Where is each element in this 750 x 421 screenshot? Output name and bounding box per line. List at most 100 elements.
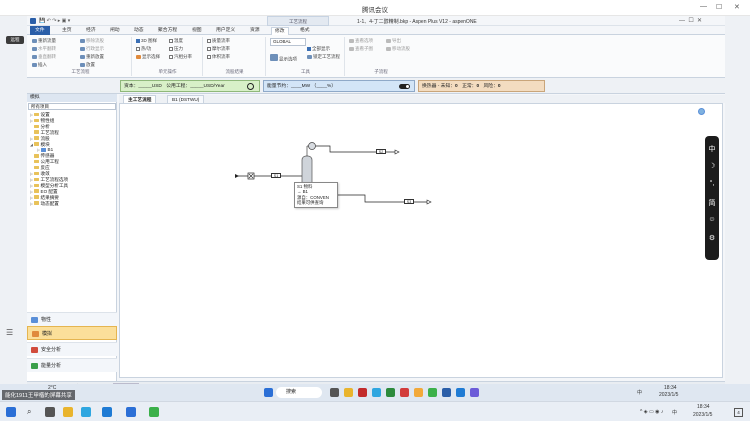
global-select[interactable]: GLOBAL	[270, 38, 306, 46]
tab-economics[interactable]: 经济	[83, 27, 99, 35]
meeting-icon[interactable]	[102, 407, 112, 417]
tab-dynamics-1[interactable]: 闸动	[107, 27, 123, 35]
flowsheet-drawing[interactable]	[120, 104, 723, 378]
ime-punct[interactable]: °,	[705, 180, 719, 187]
tab-main-flowsheet[interactable]: 主工艺流程	[123, 95, 157, 103]
tab-home[interactable]: 主页	[59, 27, 75, 35]
insert-button[interactable]: 插入	[32, 62, 47, 68]
checkbox-vapor-fraction[interactable]: 汽相分率	[169, 54, 192, 60]
taskview-icon[interactable]	[330, 388, 339, 397]
display-select-button[interactable]: 显示选择	[136, 54, 160, 60]
reroute-button[interactable]: 重新流量	[32, 38, 56, 44]
replace-button[interactable]: 重新放置	[80, 54, 104, 60]
folder-icon	[34, 130, 39, 134]
folder-icon	[34, 118, 39, 123]
cost-toggle-icon[interactable]	[247, 83, 254, 90]
taskview-icon[interactable]	[45, 407, 55, 417]
tab-view[interactable]: 视图	[189, 27, 205, 35]
tray-icons[interactable]: ^ ◈ ▭ ◉ ♪	[640, 409, 663, 415]
stream-label-s3[interactable]: S3	[404, 199, 414, 204]
nav-tree-label: B1	[47, 147, 54, 153]
pane-energy[interactable]: 能量分析	[27, 358, 117, 372]
taskbar-search[interactable]: 搜索	[276, 387, 322, 398]
nav-tree-item[interactable]: ▷ 动态配置	[30, 201, 59, 208]
meeting-task-icon[interactable]	[456, 388, 465, 397]
tab-format[interactable]: 格式	[297, 27, 313, 35]
app-icon[interactable]	[358, 388, 367, 397]
pane-safety[interactable]: 安全分析	[27, 342, 117, 356]
checkbox-temperature[interactable]: 温度	[169, 38, 183, 44]
lang-indicator[interactable]: 中	[672, 409, 677, 416]
info-icon[interactable]	[698, 108, 705, 115]
checkbox-heat-work[interactable]: 热/功	[136, 46, 151, 52]
start-icon[interactable]	[6, 407, 16, 417]
wechat-icon[interactable]	[428, 388, 437, 397]
view-subflowsheet-button[interactable]: 查看子图	[349, 46, 373, 52]
tab-equation[interactable]: 聚合方程	[155, 27, 180, 35]
checkbox-3d[interactable]: 3D 图样	[136, 38, 157, 44]
nav-filter-select[interactable]: 所有项目	[28, 103, 116, 110]
cost-panel[interactable]: 资本：_____USD 公用工程：_____USD/Year	[120, 80, 260, 92]
minimize-button[interactable]: —	[700, 3, 707, 10]
store-icon[interactable]	[386, 388, 395, 397]
tab-file[interactable]: 文件	[30, 26, 50, 35]
edge-icon[interactable]	[372, 388, 381, 397]
wechat-icon[interactable]	[149, 407, 159, 417]
nav-tree-item[interactable]: 工艺流程	[30, 130, 59, 136]
nav-tree-item[interactable]: 反应	[30, 165, 50, 171]
move-stream-button[interactable]: 移动流股	[386, 46, 410, 52]
energy-panel[interactable]: 能量节约：____MW （____%）	[263, 80, 415, 92]
ime-lang[interactable]: 中	[705, 144, 719, 154]
checkbox-pressure[interactable]: 压力	[169, 46, 183, 52]
pane-properties[interactable]: 物性	[27, 312, 117, 326]
edge-icon[interactable]	[81, 407, 91, 417]
ime-emoji-icon[interactable]: ☺	[705, 216, 719, 223]
lock-flowsheet-button[interactable]: 锁定工艺流程	[307, 54, 340, 60]
app2-icon[interactable]	[414, 388, 423, 397]
checkbox-mass-flow[interactable]: 质量流率	[207, 38, 230, 44]
tab-dynamics-2[interactable]: 动态	[131, 27, 147, 35]
pane-simulation[interactable]: 模拟	[27, 326, 117, 340]
stream-label-s2[interactable]: S2	[376, 149, 386, 154]
ime-settings-icon[interactable]: ⚙	[705, 234, 719, 242]
ime-moon-icon[interactable]: ☽	[705, 162, 719, 170]
close-button[interactable]: ✕	[734, 3, 740, 11]
export-button[interactable]: 导出	[386, 38, 401, 44]
flip-v-button[interactable]: 垂直翻转	[32, 54, 56, 60]
explorer-icon[interactable]	[63, 407, 73, 417]
stream-label-s1[interactable]: S1	[271, 173, 281, 178]
aspen-task-icon[interactable]	[442, 388, 451, 397]
clock-time: 18:34	[697, 404, 710, 410]
remove-stream-button[interactable]: 移除流股	[80, 38, 104, 44]
nav-tree-item[interactable]: 分析	[30, 124, 50, 130]
product-arrow-icon	[394, 149, 400, 155]
window-controls-icon[interactable]: — ☐ ✕	[679, 17, 702, 24]
remote-lang[interactable]: 中	[637, 389, 642, 396]
flip-h-button[interactable]: 水平翻转	[32, 46, 56, 52]
checkbox-show-all[interactable]: 全部显示	[307, 46, 330, 52]
tab-custom[interactable]: 用户定义	[213, 27, 238, 35]
tab-b1-dstwu[interactable]: B1 (DSTWU)	[167, 95, 205, 103]
app3-icon[interactable]	[470, 388, 479, 397]
maximize-button[interactable]: ☐	[716, 3, 722, 11]
explorer-icon[interactable]	[344, 388, 353, 397]
heat-exchanger-panel[interactable]: 换热器 - 未知：0 正常：0 风险：0	[418, 80, 545, 92]
admin-show-button[interactable]: 行政显示	[80, 46, 104, 52]
place-button[interactable]: 放置	[80, 62, 95, 68]
tab-resources[interactable]: 资源	[247, 27, 263, 35]
quick-access-icons[interactable]: 💾 ↶ ↷ ▸ ▣ ▾	[39, 18, 70, 24]
view-options-button[interactable]: 查看选项	[349, 38, 373, 44]
checkbox-volume-flow[interactable]: 体积流率	[207, 54, 230, 60]
notification-badge[interactable]: 4	[734, 408, 743, 417]
start-icon[interactable]	[264, 388, 273, 397]
search-icon[interactable]: ⌕	[27, 407, 37, 417]
checkbox-mole-flow[interactable]: 摩尔流率	[207, 46, 230, 52]
flowsheet-canvas[interactable]: S2 S3 S1 S1 物料 → B1 源自：CONVEN 结果可供查询	[119, 103, 723, 378]
ime-simplified[interactable]: 简	[705, 198, 719, 208]
wps-icon[interactable]	[400, 388, 409, 397]
list-icon[interactable]: ☰	[6, 328, 16, 338]
nav-tree-label: 工艺流程	[40, 129, 59, 135]
display-options-button[interactable]: 显示选项	[270, 54, 297, 63]
energy-toggle[interactable]	[399, 84, 410, 89]
app-icon[interactable]	[126, 407, 136, 417]
